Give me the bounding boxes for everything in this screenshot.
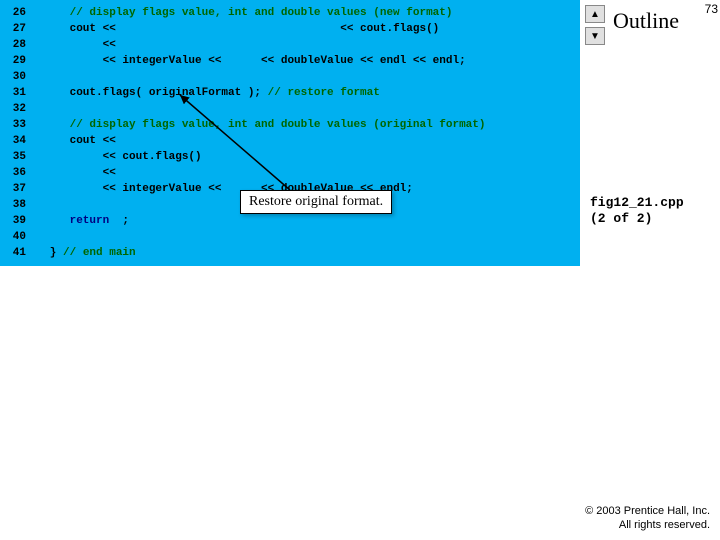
figure-label: fig12_21.cpp (2 of 2) — [590, 195, 684, 227]
line-number: 32 — [0, 101, 30, 117]
code-line: 26 // display flags value, int and doubl… — [0, 5, 580, 21]
comment: // display flags value, int and double v… — [70, 7, 453, 19]
figure-page: (2 of 2) — [590, 211, 684, 227]
line-number: 37 — [0, 181, 30, 197]
copyright-line2: All rights reserved. — [585, 518, 710, 532]
line-number: 29 — [0, 53, 30, 69]
line-number: 30 — [0, 69, 30, 85]
code-line: 27 cout << << cout.flags() — [0, 21, 580, 37]
code-line: 29 << integerValue << << doubleValue << … — [0, 53, 580, 69]
line-number: 36 — [0, 165, 30, 181]
code-panel: 26 // display flags value, int and doubl… — [0, 0, 580, 266]
outline-title: Outline — [613, 8, 679, 34]
code-text: cout << << cout.flags() — [30, 21, 439, 37]
up-arrow-icon: ▲ — [590, 9, 600, 20]
line-number: 26 — [0, 5, 30, 21]
copyright-line1: © 2003 Prentice Hall, Inc. — [585, 504, 710, 518]
code-line: 40 — [0, 229, 580, 245]
code-text: return ; — [30, 213, 129, 229]
code-line: 41 } // end main — [0, 245, 580, 261]
page-number: 73 — [705, 2, 718, 16]
line-number: 28 — [0, 37, 30, 53]
down-arrow-icon: ▼ — [590, 31, 600, 42]
comment: // end main — [63, 247, 136, 259]
comment: // restore format — [268, 87, 380, 99]
code-line: 33 // display flags value, int and doubl… — [0, 117, 580, 133]
line-number: 39 — [0, 213, 30, 229]
code-text: cout.flags( originalFormat ); // restore… — [30, 85, 380, 101]
line-number: 31 — [0, 85, 30, 101]
line-number: 27 — [0, 21, 30, 37]
code-text: // display flags value, int and double v… — [30, 117, 485, 133]
line-number: 41 — [0, 245, 30, 261]
nav-up-button[interactable]: ▲ — [585, 5, 605, 23]
code-line: 36 << — [0, 165, 580, 181]
line-number: 34 — [0, 133, 30, 149]
nav-down-button[interactable]: ▼ — [585, 27, 605, 45]
nav-buttons: ▲ ▼ — [585, 5, 605, 49]
callout-text: Restore original format. — [249, 194, 383, 209]
callout-box: Restore original format. — [240, 190, 392, 214]
right-column: 73 ▲ ▼ Outline fig12_21.cpp (2 of 2) — [585, 0, 720, 540]
code-line: 35 << cout.flags() — [0, 149, 580, 165]
copyright: © 2003 Prentice Hall, Inc. All rights re… — [585, 504, 710, 532]
code-line: 31 cout.flags( originalFormat ); // rest… — [0, 85, 580, 101]
comment: // display flags value, int and double v… — [70, 119, 486, 131]
code-text: << cout.flags() — [30, 149, 202, 165]
line-number: 38 — [0, 197, 30, 213]
code-text: << — [30, 37, 122, 53]
code-text: << integerValue << << doubleValue << end… — [30, 53, 466, 69]
code-text: << — [30, 165, 122, 181]
figure-filename: fig12_21.cpp — [590, 195, 684, 211]
line-number: 40 — [0, 229, 30, 245]
code-line: 34 cout << — [0, 133, 580, 149]
keyword: return — [70, 215, 110, 227]
code-line: 28 << — [0, 37, 580, 53]
code-text: cout << — [30, 133, 122, 149]
code-line: 39 return ; — [0, 213, 580, 229]
code-text: // display flags value, int and double v… — [30, 5, 452, 21]
code-text: } // end main — [30, 245, 136, 261]
code-line: 30 — [0, 69, 580, 85]
code-line: 32 — [0, 101, 580, 117]
line-number: 33 — [0, 117, 30, 133]
line-number: 35 — [0, 149, 30, 165]
